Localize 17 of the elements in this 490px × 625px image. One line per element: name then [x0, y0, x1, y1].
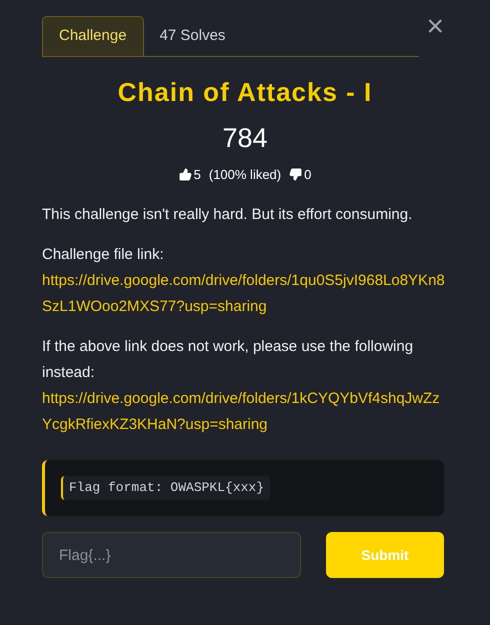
challenge-title: Chain of Attacks - I — [116, 76, 374, 109]
tab[interactable]: Challenge — [42, 16, 144, 56]
dislike-count: 0 — [304, 166, 312, 184]
description-text: Challenge file link: — [42, 245, 165, 265]
description-text: This challenge isn't really hard. But its effort consuming. — [42, 205, 414, 225]
tab[interactable]: 47 Solves — [144, 16, 242, 56]
points: 784 — [221, 122, 269, 155]
flag-input-field[interactable]: Flag{...} — [42, 532, 301, 578]
thumbs-up-icon[interactable] — [178, 168, 192, 181]
thumbs-down-icon[interactable] — [289, 168, 302, 181]
description-text: If the above link does not work, please use the following instead: — [42, 337, 414, 383]
close-button[interactable]: × — [426, 12, 444, 42]
flag-format-code: Flag format: OWASPKL{xxx} — [61, 476, 270, 500]
file-link[interactable]: https://drive.google.com/drive/folders/1qu0S5jvI968Lo8YKn8SzL1WOoo2MXS77?usp=sharing — [42, 268, 448, 320]
file-link[interactable]: https://drive.google.com/drive/folders/1kCYQYbVf4shqJwZzYcgkRfiexKZ3KHaN?usp=sharing — [42, 386, 448, 438]
like-count: 5 — [194, 166, 201, 184]
liked-share: (100% liked) — [208, 166, 282, 184]
